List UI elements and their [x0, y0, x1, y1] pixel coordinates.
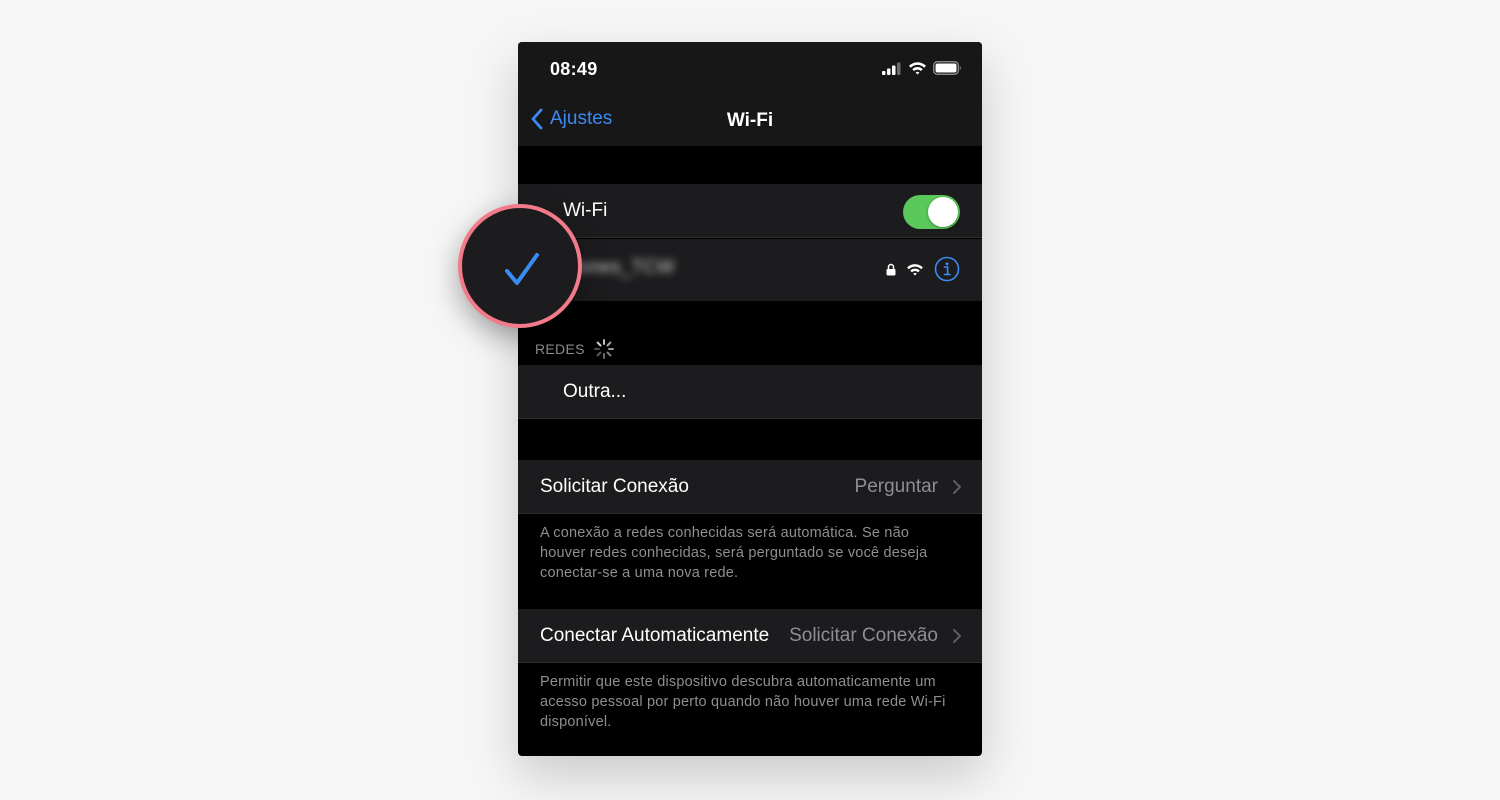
row-separator	[518, 662, 982, 663]
status-icons	[882, 61, 962, 75]
wifi-signal-icon	[907, 263, 923, 276]
network-name: Jones_TCW	[570, 257, 675, 278]
lock-icon	[886, 263, 896, 275]
battery-icon	[933, 61, 961, 75]
auto-join-value: Solicitar Conexão	[789, 625, 938, 646]
status-bar: 08:49	[518, 42, 982, 98]
status-time: 08:49	[550, 59, 598, 79]
wifi-toggle-row: Wi-Fi	[518, 184, 982, 238]
wifi-toggle-label: Wi-Fi	[563, 200, 608, 221]
checkmark-magnifier-highlight	[458, 204, 582, 328]
row-separator	[518, 513, 982, 514]
checkmark-icon	[505, 253, 539, 285]
ask-to-join-row[interactable]: Solicitar Conexão Perguntar	[518, 460, 982, 514]
ask-to-join-value: Perguntar	[854, 476, 938, 497]
ask-to-join-label: Solicitar Conexão	[540, 476, 689, 497]
cellular-signal-icon	[882, 62, 901, 75]
other-network-row[interactable]: Outra...	[518, 365, 982, 419]
connected-network-row[interactable]: Jones_TCW	[518, 239, 982, 301]
chevron-right-icon	[953, 480, 961, 494]
stage: 08:49 Ajustes Wi-Fi Wi-Fi Jones_TCW REDE…	[0, 0, 1500, 800]
auto-join-footer: Permitir que este dispositivo descubra a…	[540, 674, 946, 730]
auto-join-label: Conectar Automaticamente	[540, 625, 770, 646]
networks-section-header: REDES	[535, 338, 615, 360]
loading-spinner-icon	[593, 339, 614, 359]
network-status-icons	[886, 256, 960, 282]
row-separator	[518, 237, 982, 238]
row-separator	[518, 418, 982, 419]
other-network-label: Outra...	[563, 381, 627, 402]
wifi-status-icon	[909, 62, 926, 75]
page-title: Wi-Fi	[726, 110, 774, 131]
toggle-knob	[928, 197, 958, 227]
auto-join-row[interactable]: Conectar Automaticamente Solicitar Conex…	[518, 609, 982, 663]
info-icon[interactable]	[934, 256, 960, 282]
phone-screen: 08:49 Ajustes Wi-Fi Wi-Fi Jones_TCW REDE…	[518, 42, 982, 756]
chevron-right-icon	[953, 629, 961, 643]
wifi-toggle-switch[interactable]	[903, 195, 960, 229]
navigation-bar: Ajustes Wi-Fi	[518, 98, 982, 146]
networks-header-label: REDES	[535, 341, 585, 357]
ask-to-join-footer: A conexão a redes conhecidas será automá…	[540, 525, 928, 581]
